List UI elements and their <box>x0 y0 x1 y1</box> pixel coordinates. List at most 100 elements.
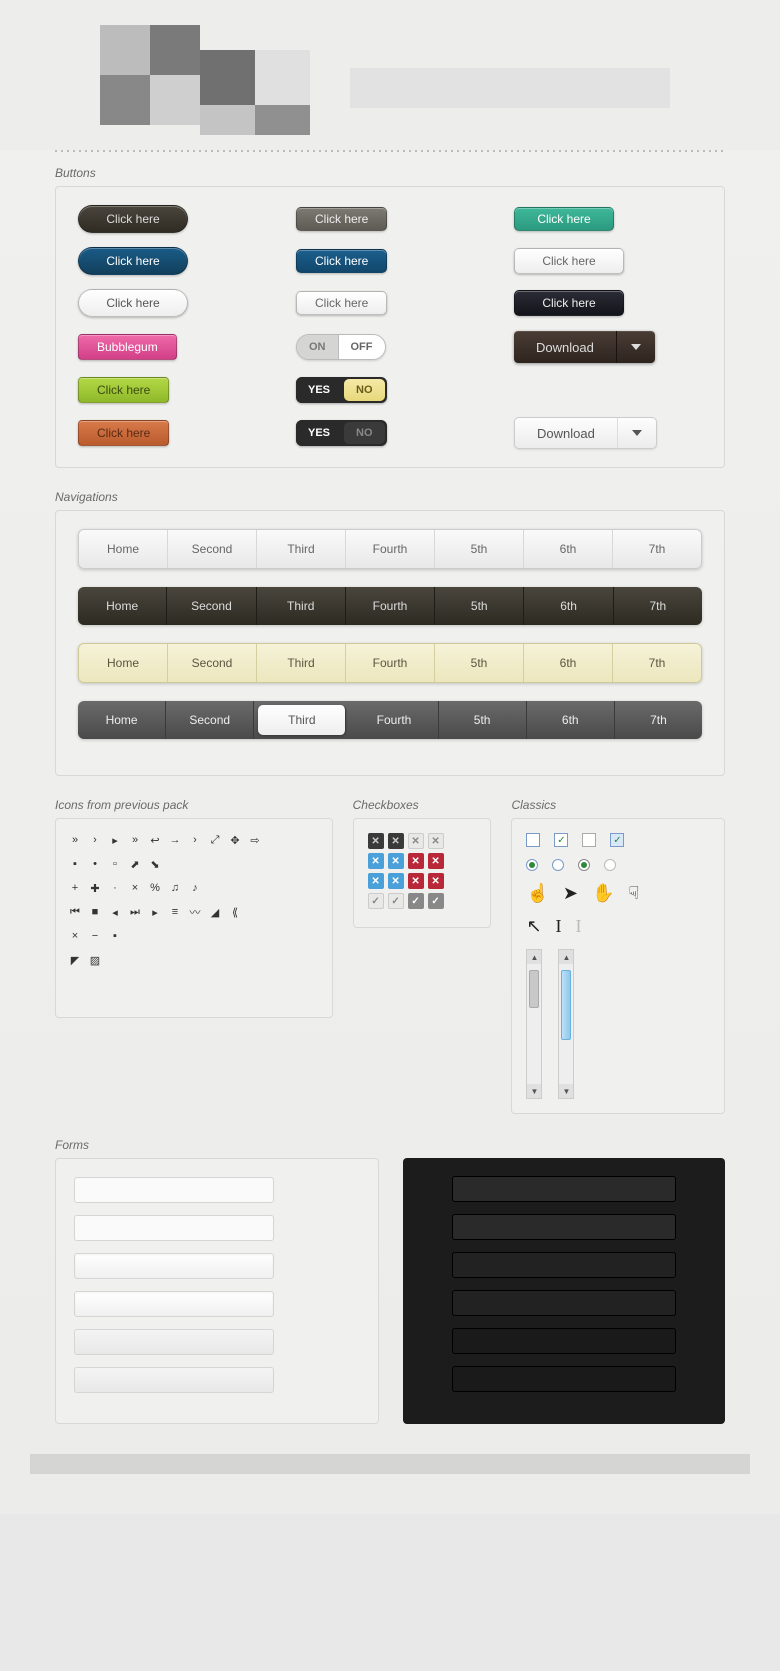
checkbox-x-red[interactable]: ✕ <box>428 873 444 889</box>
scrollbar-thumb[interactable] <box>561 970 571 1040</box>
download-button-dark[interactable]: Download <box>514 331 655 363</box>
checkbox-v-gray[interactable]: ✓ <box>408 893 424 909</box>
forms-light-panel <box>55 1158 379 1424</box>
header-blur-placeholder <box>0 0 780 150</box>
checkbox-x-red[interactable]: ✕ <box>408 853 424 869</box>
scrollbar-thumb[interactable] <box>529 970 539 1008</box>
checkbox-empty[interactable] <box>526 833 540 847</box>
text-input-gradient[interactable] <box>74 1329 274 1355</box>
text-input-inset[interactable] <box>74 1253 274 1279</box>
toggle-on-off-light[interactable]: ON OFF <box>296 334 386 360</box>
text-input-dark-inset[interactable] <box>452 1252 675 1278</box>
checkbox-x-red[interactable]: ✕ <box>428 853 444 869</box>
scrollbar-blue[interactable]: ▲ ▼ <box>558 949 574 1099</box>
text-input-dark-inset[interactable] <box>452 1290 675 1316</box>
nav-item-fourth[interactable]: Fourth <box>346 530 435 568</box>
scrollbar-gray[interactable]: ▲ ▼ <box>526 949 542 1099</box>
button-dark-pill[interactable]: Click here <box>78 205 188 233</box>
checkbox-checked[interactable]: ✓ <box>554 833 568 847</box>
checkbox-x-dark[interactable]: ✕ <box>368 833 384 849</box>
checkbox-x-light[interactable]: ✕ <box>428 833 444 849</box>
toggle-yes-no-dark[interactable]: YES NO <box>296 420 387 446</box>
checkboxes-panel: ✕ ✕ ✕ ✕ ✕ ✕ ✕ ✕ ✕ ✕ ✕ ✕ ✓ <box>353 818 492 928</box>
nav-item-third[interactable]: Third <box>257 587 346 625</box>
nav-item-5th[interactable]: 5th <box>439 701 527 739</box>
button-bubblegum[interactable]: Bubblegum <box>78 334 177 360</box>
button-gray-small[interactable]: Click here <box>296 207 387 231</box>
checkbox-x-light[interactable]: ✕ <box>408 833 424 849</box>
nav-item-second[interactable]: Second <box>167 587 256 625</box>
nav-item-7th[interactable]: 7th <box>613 530 701 568</box>
button-green[interactable]: Click here <box>78 377 169 403</box>
nav-item-fourth[interactable]: Fourth <box>346 587 435 625</box>
cursor-hand-icon: ✋ <box>592 883 614 904</box>
checkbox-x-blue[interactable]: ✕ <box>388 873 404 889</box>
checkbox-v-light[interactable]: ✓ <box>388 893 404 909</box>
arrow-bold-icon: ⇨ <box>250 835 260 845</box>
nav-item-7th[interactable]: 7th <box>615 701 702 739</box>
nav-item-6th[interactable]: 6th <box>524 530 613 568</box>
text-input-dark-deep[interactable] <box>452 1328 675 1354</box>
button-white-small[interactable]: Click here <box>296 291 387 315</box>
nav-item-home[interactable]: Home <box>78 587 167 625</box>
nav-item-third[interactable]: Third <box>257 530 346 568</box>
nav-item-second[interactable]: Second <box>166 701 254 739</box>
download-button-light[interactable]: Download <box>514 417 657 449</box>
scrollbar-up-icon[interactable]: ▲ <box>527 950 541 964</box>
checkbox-x-red[interactable]: ✕ <box>408 873 424 889</box>
checkbox-x-blue[interactable]: ✕ <box>368 873 384 889</box>
stop-icon: ■ <box>90 907 100 917</box>
nav-item-fourth[interactable]: Fourth <box>346 644 435 682</box>
checkbox-v-gray[interactable]: ✓ <box>428 893 444 909</box>
nav-item-home[interactable]: Home <box>78 701 166 739</box>
percent-icon: % <box>150 883 160 893</box>
section-title-icons: Icons from previous pack <box>55 798 333 812</box>
nav-item-7th[interactable]: 7th <box>613 644 701 682</box>
button-blue-small[interactable]: Click here <box>296 249 387 273</box>
radio-empty[interactable] <box>552 859 564 871</box>
nav-item-second[interactable]: Second <box>168 530 257 568</box>
scrollbar-down-icon[interactable]: ▼ <box>559 1084 573 1098</box>
section-title-checkboxes: Checkboxes <box>353 798 492 812</box>
cursor-text-icon: I <box>556 916 562 937</box>
radio-selected[interactable] <box>526 859 538 871</box>
nav-item-6th[interactable]: 6th <box>524 644 613 682</box>
button-orange[interactable]: Click here <box>78 420 169 446</box>
nav-item-third[interactable]: Third <box>257 644 346 682</box>
minus-icon: − <box>90 931 100 941</box>
checkbox-checked-blue[interactable]: ✓ <box>610 833 624 847</box>
nav-item-second[interactable]: Second <box>168 644 257 682</box>
scrollbar-down-icon[interactable]: ▼ <box>527 1084 541 1098</box>
text-input-dark[interactable] <box>452 1176 675 1202</box>
nav-item-home[interactable]: Home <box>79 644 168 682</box>
nav-item-5th[interactable]: 5th <box>435 530 524 568</box>
button-white-pill[interactable]: Click here <box>78 289 188 317</box>
text-input-dark-deep[interactable] <box>452 1366 675 1392</box>
text-input-gradient[interactable] <box>74 1367 274 1393</box>
toggle-yes-no-yellow[interactable]: YES NO <box>296 377 387 403</box>
button-white-med[interactable]: Click here <box>514 248 624 274</box>
nav-item-home[interactable]: Home <box>79 530 168 568</box>
button-teal[interactable]: Click here <box>514 207 614 231</box>
nav-item-fourth[interactable]: Fourth <box>350 701 438 739</box>
nav-item-5th[interactable]: 5th <box>435 644 524 682</box>
text-input-inset[interactable] <box>74 1291 274 1317</box>
move-icon: ✥ <box>230 835 240 845</box>
nav-item-7th[interactable]: 7th <box>614 587 702 625</box>
text-input-flat[interactable] <box>74 1177 274 1203</box>
nav-item-third[interactable]: Third <box>258 705 346 735</box>
nav-item-6th[interactable]: 6th <box>527 701 615 739</box>
checkbox-x-blue[interactable]: ✕ <box>368 853 384 869</box>
button-black-med[interactable]: Click here <box>514 290 624 316</box>
radio-selected-alt[interactable] <box>578 859 590 871</box>
classics-panel: ✓ ✓ ☝ ➤ ✋ ☟ ↖ I <box>511 818 725 1114</box>
checkbox-x-blue[interactable]: ✕ <box>388 853 404 869</box>
text-input-flat[interactable] <box>74 1215 274 1241</box>
checkbox-v-light[interactable]: ✓ <box>368 893 384 909</box>
scrollbar-up-icon[interactable]: ▲ <box>559 950 573 964</box>
button-navy-pill[interactable]: Click here <box>78 247 188 275</box>
checkbox-x-dark[interactable]: ✕ <box>388 833 404 849</box>
nav-item-6th[interactable]: 6th <box>524 587 613 625</box>
text-input-dark[interactable] <box>452 1214 675 1240</box>
nav-item-5th[interactable]: 5th <box>435 587 524 625</box>
